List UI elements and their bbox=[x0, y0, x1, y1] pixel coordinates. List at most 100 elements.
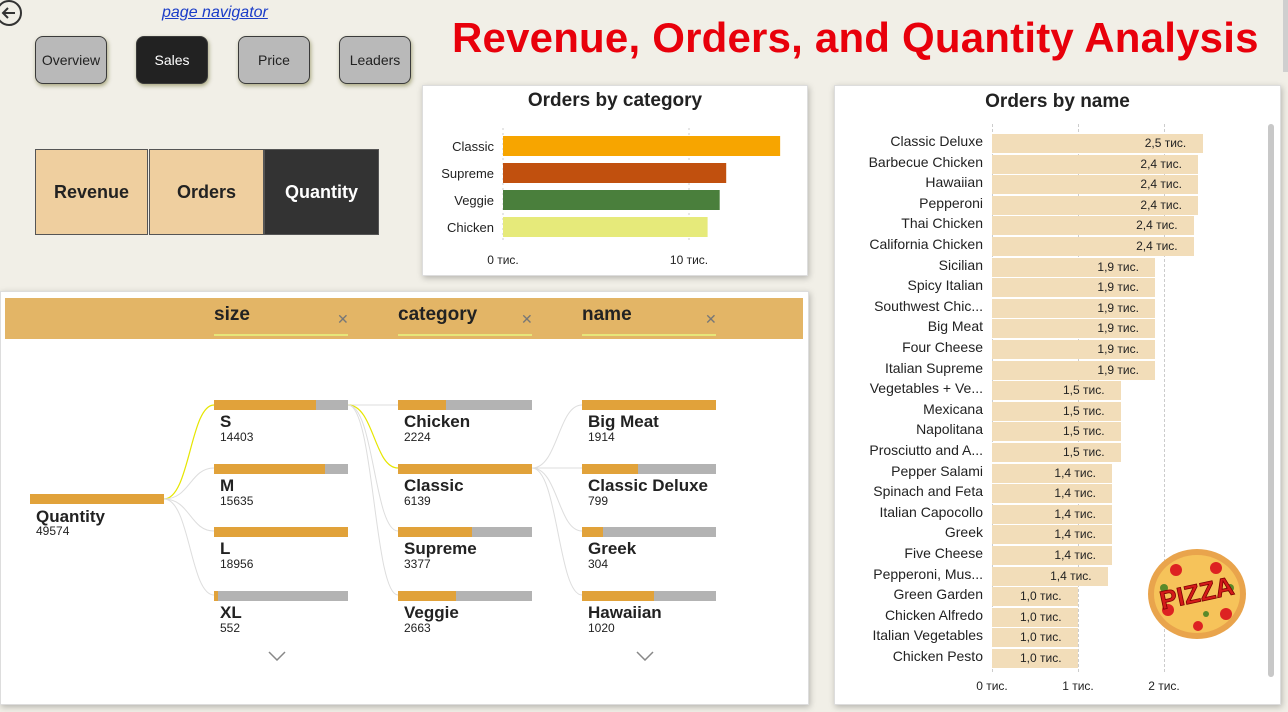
name-node-label: Greek bbox=[588, 539, 637, 558]
name-value-label: 1,0 тис. bbox=[1020, 630, 1062, 645]
name-value-label: 2,4 тис. bbox=[1140, 156, 1182, 171]
name-node-label: Hawaiian bbox=[588, 602, 662, 622]
name-node-label: Classic Deluxe bbox=[588, 475, 709, 495]
name-label: Vegetables + Ve... bbox=[869, 380, 983, 397]
category-node-value: 2663 bbox=[404, 620, 431, 635]
name-chart-scroll-thumb[interactable] bbox=[1268, 124, 1274, 677]
name-value-label: 1,0 тис. bbox=[1020, 589, 1062, 604]
name-value-label: 1,4 тис. bbox=[1054, 527, 1096, 542]
name-value-label: 1,5 тис. bbox=[1063, 383, 1105, 398]
name-label: Napolitana bbox=[916, 421, 983, 438]
size-node-label: L bbox=[220, 539, 231, 558]
name-label: Pepper Salami bbox=[891, 462, 983, 479]
root-node-value: 49574 bbox=[36, 524, 70, 538]
pizza-logo: PIZZA bbox=[1146, 548, 1248, 640]
name-label: Italian Vegetables bbox=[872, 627, 983, 644]
size-node-value: 14403 bbox=[220, 430, 254, 444]
name-value-label: 1,9 тис. bbox=[1097, 300, 1139, 315]
name-node-bar[interactable] bbox=[582, 463, 716, 474]
category-node-value: 6139 bbox=[404, 493, 431, 508]
name-value-label: 1,4 тис. bbox=[1054, 465, 1096, 480]
name-value-label: 1,5 тис. bbox=[1063, 403, 1105, 418]
size-node-value: 15635 bbox=[220, 493, 254, 508]
size-node-label: S bbox=[220, 412, 232, 431]
name-node-fill bbox=[582, 400, 716, 410]
name-value-label: 1,4 тис. bbox=[1054, 486, 1096, 501]
name-node-bar[interactable] bbox=[582, 590, 716, 601]
category-node-bar[interactable] bbox=[398, 463, 532, 474]
name-value-label: 1,9 тис. bbox=[1097, 321, 1139, 336]
name-label: Mexicana bbox=[923, 400, 983, 417]
name-node-value: 799 bbox=[588, 493, 609, 508]
size-node-value: 18956 bbox=[220, 557, 254, 571]
name-label: Green Garden bbox=[893, 586, 984, 603]
name-label: Hawaiian bbox=[925, 174, 983, 191]
category-node-label: Chicken bbox=[404, 412, 471, 431]
name-label: Spinach and Feta bbox=[873, 483, 983, 500]
name-label: Chicken Pesto bbox=[892, 648, 983, 664]
name-label: Sicilian bbox=[938, 256, 983, 273]
name-value-label: 1,0 тис. bbox=[1020, 651, 1062, 665]
name-label: Chicken Alfredo bbox=[884, 606, 983, 623]
name-label: Italian Supreme bbox=[884, 359, 983, 376]
name-node-fill bbox=[582, 527, 604, 537]
name-value-label: 1,4 тис. bbox=[1054, 506, 1096, 521]
name-value-label: 2,4 тис. bbox=[1140, 197, 1182, 212]
name-node-fill bbox=[582, 590, 655, 601]
name-label: Greek bbox=[944, 524, 983, 541]
root-node-bar[interactable] bbox=[30, 494, 164, 504]
category-node-fill bbox=[398, 590, 456, 601]
name-node-fill bbox=[582, 463, 639, 474]
category-node-bar[interactable] bbox=[398, 400, 532, 410]
name-value-label: 1,9 тис. bbox=[1097, 259, 1139, 274]
name-value-label: 2,4 тис. bbox=[1136, 218, 1178, 233]
size-node-value: 552 bbox=[220, 620, 241, 635]
name-node-value: 304 bbox=[588, 557, 609, 571]
name-value-label: 1,5 тис. bbox=[1063, 445, 1105, 459]
category-node-fill bbox=[398, 400, 447, 410]
size-node-fill bbox=[214, 463, 326, 474]
name-label: Pepperoni bbox=[919, 194, 983, 211]
size-expand-chevron-down-icon[interactable] bbox=[268, 648, 286, 664]
name-x-tick: 2 тис. bbox=[1148, 679, 1180, 693]
size-node-fill bbox=[214, 590, 219, 601]
name-label: Classic Deluxe bbox=[890, 133, 983, 149]
size-node-bar[interactable] bbox=[214, 463, 348, 474]
category-node-label: Veggie bbox=[404, 602, 459, 622]
name-value-label: 1,9 тис. bbox=[1097, 280, 1139, 295]
name-value-label: 2,4 тис. bbox=[1136, 239, 1178, 253]
name-value-label: 1,9 тис. bbox=[1097, 362, 1139, 377]
category-node-fill bbox=[398, 527, 472, 537]
category-node-value: 2224 bbox=[404, 430, 431, 444]
name-chart-scrollbar[interactable] bbox=[1268, 124, 1274, 677]
name-label: California Chicken bbox=[869, 236, 983, 252]
name-value-label: 1,0 тис. bbox=[1020, 609, 1062, 624]
size-node-label: XL bbox=[220, 602, 242, 622]
name-label: Prosciutto and A... bbox=[869, 442, 983, 458]
name-node-bar[interactable] bbox=[582, 400, 716, 410]
name-label: Pepperoni, Mus... bbox=[873, 565, 983, 582]
name-label: Italian Capocollo bbox=[879, 503, 983, 520]
size-node-bar[interactable] bbox=[214, 400, 348, 410]
name-expand-chevron-down-icon[interactable] bbox=[636, 648, 654, 666]
name-chart-title: Orders by name bbox=[985, 91, 1130, 112]
name-value-label: 1,5 тис. bbox=[1063, 424, 1105, 439]
name-value-label: 2,4 тис. bbox=[1140, 177, 1182, 192]
size-node-bar[interactable] bbox=[214, 527, 348, 537]
name-x-tick: 1 тис. bbox=[1062, 679, 1094, 693]
name-label: Four Cheese bbox=[902, 339, 983, 355]
size-node-fill bbox=[214, 400, 316, 410]
name-value-label: 2,5 тис. bbox=[1144, 136, 1187, 150]
size-node-bar[interactable] bbox=[214, 590, 348, 601]
category-node-fill bbox=[398, 463, 532, 474]
name-node-bar[interactable] bbox=[582, 527, 716, 537]
name-label: Thai Chicken bbox=[901, 215, 983, 232]
category-node-bar[interactable] bbox=[398, 527, 532, 537]
name-node-value: 1914 bbox=[588, 430, 615, 444]
page-scrollbar[interactable] bbox=[1283, 0, 1288, 72]
category-node-bar[interactable] bbox=[398, 590, 532, 601]
size-node-fill bbox=[214, 527, 348, 537]
name-node-value: 1020 bbox=[588, 620, 615, 635]
name-value-label: 1,9 тис. bbox=[1097, 342, 1139, 356]
name-label: Five Cheese bbox=[904, 545, 983, 561]
